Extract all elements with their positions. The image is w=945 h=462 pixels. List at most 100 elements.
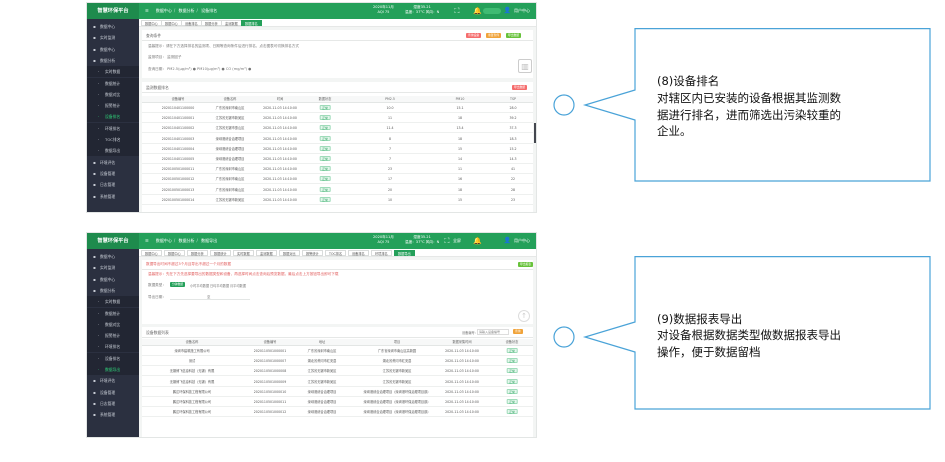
tab[interactable]: 设备排名 [181,20,202,26]
export-report-button[interactable]: 导出报表 [518,262,534,267]
column-header[interactable]: 设备编号 [264,339,277,346]
breadcrumb-item[interactable]: 数据分析 [179,8,195,13]
column-header[interactable]: 地址 [319,339,325,346]
table-cell: 10 [387,197,393,202]
user-menu[interactable]: 👤 用户中心 [504,3,530,19]
filter-date[interactable]: 查询日期： PM2.5(μg/m³) ● PM10(μg/m³) ● CO (m… [148,67,251,72]
table-cell: 正常 [506,387,518,397]
column-header[interactable]: 设备编号 [172,96,185,103]
sidebar-item[interactable]: · 数据统计 [87,77,139,89]
tab[interactable]: 设备排名 [348,250,369,256]
user-menu[interactable]: 👤 用户中心 [504,233,530,249]
column-header[interactable]: 时间 [277,96,283,103]
export-data-button[interactable]: 导出数据 [512,85,528,90]
sidebar-item[interactable]: ▪ 设备管理 [87,387,139,398]
sidebar-item[interactable]: · 环境排名 [87,122,139,134]
table-row: 2020100501000013 广东省深圳市南山区 2020-11-03 14:1… [142,185,533,195]
tab[interactable]: 数据中心 [161,20,182,26]
sidebar-item[interactable]: ▪ 数据分析 [87,285,139,296]
tab[interactable]: 监测数据 [221,20,242,26]
fullscreen-label[interactable]: 全屏 [453,233,461,249]
device-id-input[interactable] [477,329,509,335]
export-button[interactable]: 导出数据 [506,33,522,38]
sidebar-item[interactable]: ▪ 日志管理 [87,179,139,190]
sidebar-item[interactable]: · TOC排名 [87,134,139,145]
sidebar-item[interactable]: · 设备排名 [87,111,139,123]
column-header[interactable]: 设备名称 [186,339,199,346]
sidebar-item[interactable]: ▪ 设备管理 [87,168,139,179]
sidebar-item[interactable]: ▪ 环境评估 [87,157,139,168]
sidebar-item[interactable]: · 数据统计 [87,307,139,319]
sidebar-item[interactable]: ▪ 日志管理 [87,398,139,409]
column-header[interactable]: 数据状态 [319,96,332,103]
home-icon[interactable]: ☰ [145,8,149,13]
sidebar-item[interactable]: · 数据导出 [87,364,139,375]
column-header[interactable]: 项目 [394,339,400,346]
sidebar-item[interactable]: · 实时数据 [87,296,139,308]
sidebar-item-label: TOC排名 [105,137,121,142]
sidebar-item[interactable]: ▪ 实时监测 [87,32,139,43]
tab[interactable]: TOC排名 [325,250,347,256]
sidebar-item[interactable]: · 数据对比 [87,318,139,330]
column-header[interactable]: PM10 [456,96,465,103]
scrollbar[interactable] [534,123,536,143]
sidebar-item[interactable]: · 数据对比 [87,88,139,100]
sidebar-item[interactable]: · 报警统计 [87,100,139,112]
sidebar-item[interactable]: · 实时数据 [87,66,139,78]
query-button[interactable]: 查询设备 [466,33,482,38]
tab[interactable]: 数据统计 [210,250,231,256]
column-header[interactable]: TSP [510,96,516,103]
sidebar-item[interactable]: ▪ 数据中心 [87,21,139,32]
type-option-day[interactable]: 日均平均数据 [210,283,229,288]
sidebar-item[interactable]: ▪ 环境评估 [87,375,139,386]
back-to-top-icon[interactable]: ↑ [518,310,530,322]
sidebar-item[interactable]: · 设备排名 [87,352,139,364]
column-header[interactable]: 数据采集时间 [452,339,471,346]
menu-icon: ▪ [93,182,96,188]
sidebar-item[interactable]: ▪ 数据中心 [87,44,139,55]
column-header[interactable]: 设备状态 [506,339,519,346]
table-cell: 2020100501000013 [161,187,195,192]
search-button[interactable]: 查询 [513,329,523,334]
breadcrumb-item[interactable]: 数据分析 [179,238,195,243]
tab[interactable]: 数据分析 [187,250,208,256]
reset-button[interactable]: 重置条件 [486,33,502,38]
fullscreen-icon[interactable]: ⛶ [443,237,451,245]
callout-body: 对辖区内已安装的设备根据其监测数据进行排名，进而筛选出污染较重的企业。 [657,91,841,138]
column-header[interactable]: PM2.5 [385,96,395,103]
tab[interactable]: 数据分析 [201,20,222,26]
sidebar-item[interactable]: ▪ 数据中心 [87,274,139,285]
type-option-month[interactable]: 月平均数据 [230,283,246,288]
sidebar-item[interactable]: · 报警统计 [87,330,139,342]
sidebar-item[interactable]: ▪ 数据分析 [87,55,139,66]
breadcrumb-item[interactable]: 数据中心 [156,8,172,13]
sidebar-item[interactable]: ▪ 系统管理 [87,409,139,420]
column-header[interactable]: 设备名称 [224,96,237,103]
sidebar-item[interactable]: ▪ 实时监测 [87,262,139,273]
tab[interactable]: 数据对比 [279,250,300,256]
type-option-minute[interactable]: 分钟数据 [170,282,186,287]
bell-icon[interactable]: 🔔 [473,237,482,245]
fullscreen-icon[interactable]: ⛶ [453,7,461,15]
tab-active[interactable]: 数据导出 [394,250,415,256]
home-icon[interactable]: ☰ [145,238,149,243]
sidebar-item[interactable]: ▪ 数据中心 [87,251,139,262]
table-cell: 广东省深圳市南山区高新园 [377,349,417,353]
tab[interactable]: 实时数据 [233,250,254,256]
bell-icon[interactable]: 🔔 [473,7,482,15]
tab[interactable]: 报警统计 [302,250,323,256]
type-option-hour[interactable]: 小时平均数据 [190,283,209,288]
tab[interactable]: 监测数据 [256,250,277,256]
tab[interactable]: 环境排名 [371,250,392,256]
sidebar-item[interactable]: ▪ 系统管理 [87,191,139,202]
tab-active[interactable]: 数据排名 [241,20,262,26]
date-range-input[interactable]: 至 [170,294,250,300]
tab[interactable]: 数据中心 [141,250,162,256]
sidebar-item[interactable]: · 环境排名 [87,341,139,353]
filter-monitor-item[interactable]: 监测项目： 监测因子 [148,55,182,60]
sidebar-item[interactable]: · 数据导出 [87,145,139,157]
chart-toggle-icon[interactable]: ▥ [518,59,532,73]
tab[interactable]: 数据中心 [164,250,185,256]
tab[interactable]: 数据中心 [141,20,162,26]
breadcrumb-item[interactable]: 数据中心 [156,238,172,243]
